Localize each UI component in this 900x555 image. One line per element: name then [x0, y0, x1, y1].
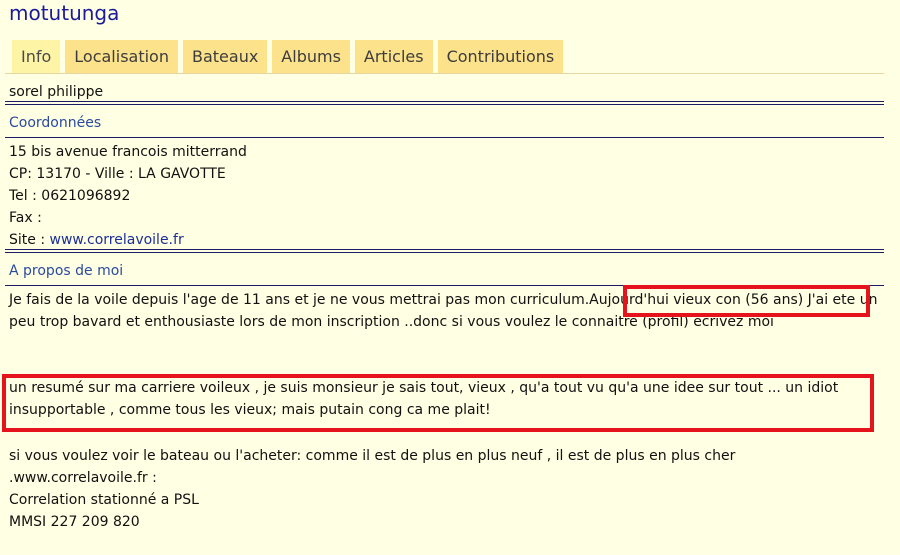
profile-name: sorel philippe [9, 84, 104, 100]
tab-contributions[interactable]: Contributions [437, 40, 564, 73]
about-text: Je fais de la voile depuis l'age de 11 a… [9, 292, 590, 308]
site-label: Site : [9, 232, 50, 248]
divider [5, 101, 884, 105]
tab-bar: Info Localisation Bateaux Albums Article… [12, 40, 564, 73]
divider [5, 249, 884, 253]
contact-details: 15 bis avenue francois mitterrand CP: 13… [9, 141, 247, 251]
fax-line: Fax : [9, 210, 42, 226]
about-text-line: MMSI 227 209 820 [9, 514, 140, 530]
site-title[interactable]: motutunga [9, 0, 119, 26]
site-line: Site : www.correlavoile.fr [9, 229, 247, 251]
cp-ville-line: CP: 13170 - Ville : LA GAVOTTE [9, 166, 226, 182]
tab-albums[interactable]: Albums [272, 40, 350, 73]
section-title-coordonnees: Coordonnées [9, 115, 102, 131]
divider [5, 137, 884, 138]
section-title-about: A propos de moi [9, 263, 124, 279]
site-link[interactable]: www.correlavoile.fr [50, 232, 184, 248]
tel-line: Tel : 0621096892 [9, 188, 131, 204]
about-text-line: si vous voulez voir le bateau ou l'achet… [9, 448, 736, 464]
tab-bateaux[interactable]: Bateaux [182, 40, 268, 73]
address-line: 15 bis avenue francois mitterrand [9, 144, 247, 160]
highlight-box [623, 285, 870, 317]
tab-localisation[interactable]: Localisation [65, 40, 178, 73]
about-text-line: Correlation stationné a PSL [9, 492, 199, 508]
about-paragraph-3: si vous voulez voir le bateau ou l'achet… [9, 445, 735, 533]
tabs-divider [5, 73, 884, 74]
highlight-box [2, 374, 874, 432]
tab-info[interactable]: Info [12, 40, 61, 73]
tab-articles[interactable]: Articles [354, 40, 433, 73]
about-text-line: .www.correlavoile.fr : [9, 470, 157, 486]
